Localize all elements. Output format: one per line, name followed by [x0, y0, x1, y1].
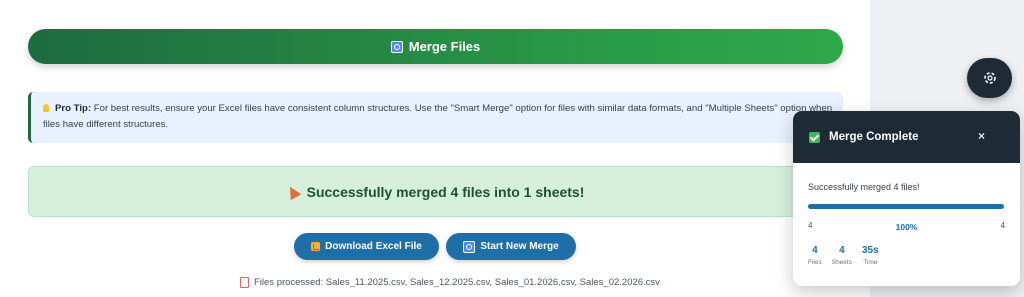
stat-sheets-label: Sheets: [831, 259, 852, 266]
merge-files-label: Merge Files: [408, 39, 481, 54]
refresh-icon: [390, 40, 403, 53]
stat-time: 35s Time: [862, 245, 879, 266]
panel-message: Successfully merged 4 files!: [808, 182, 920, 192]
files-processed-text: Files processed: Sales_11.2025.csv, Sale…: [254, 277, 660, 288]
close-button[interactable]: ×: [978, 129, 985, 143]
download-excel-label: Download Excel File: [325, 241, 422, 252]
stat-files-value: 4: [812, 245, 818, 256]
panel-title: Merge Complete: [829, 131, 919, 143]
progress-percent: 100%: [895, 222, 918, 232]
party-popper-icon: [284, 183, 301, 200]
pro-tip-title: Pro Tip:: [55, 103, 92, 114]
stat-sheets: 4 Sheets: [832, 245, 852, 266]
stats-row: 4 Files 4 Sheets 35s Time: [808, 245, 889, 266]
start-new-merge-label: Start New Merge: [480, 241, 559, 252]
start-new-merge-button[interactable]: Start New Merge: [446, 233, 576, 260]
progress-fill: [808, 204, 1004, 209]
merge-complete-panel: Merge Complete × Successfully merged 4 f…: [793, 111, 1020, 286]
lightbulb-icon: [43, 104, 49, 112]
stat-time-label: Time: [863, 259, 878, 266]
pro-tip-text: For best results, ensure your Excel file…: [43, 103, 833, 130]
stat-files-label: Files: [808, 259, 822, 266]
document-icon: [240, 277, 249, 288]
stat-time-value: 35s: [861, 245, 879, 256]
success-banner: Successfully merged 4 files into 1 sheet…: [28, 166, 843, 217]
progress-total: 4: [1000, 221, 1005, 230]
stat-files: 4 Files: [808, 245, 822, 266]
panel-header: Merge Complete ×: [793, 111, 1020, 163]
pro-tip-box: Pro Tip: For best results, ensure your E…: [28, 92, 843, 143]
merge-files-button[interactable]: Merge Files: [28, 29, 843, 64]
download-excel-button[interactable]: Download Excel File: [294, 233, 439, 260]
stat-sheets-value: 4: [839, 245, 845, 256]
progress-bar: [808, 204, 1004, 209]
floating-action-button[interactable]: [967, 58, 1012, 98]
spinner-icon: [983, 72, 996, 84]
chart-icon: [311, 242, 321, 251]
check-icon: [809, 131, 820, 143]
files-processed: Files processed: Sales_11.2025.csv, Sale…: [240, 277, 660, 288]
success-message: Successfully merged 4 files into 1 sheet…: [306, 183, 585, 200]
refresh-icon: [463, 240, 476, 253]
